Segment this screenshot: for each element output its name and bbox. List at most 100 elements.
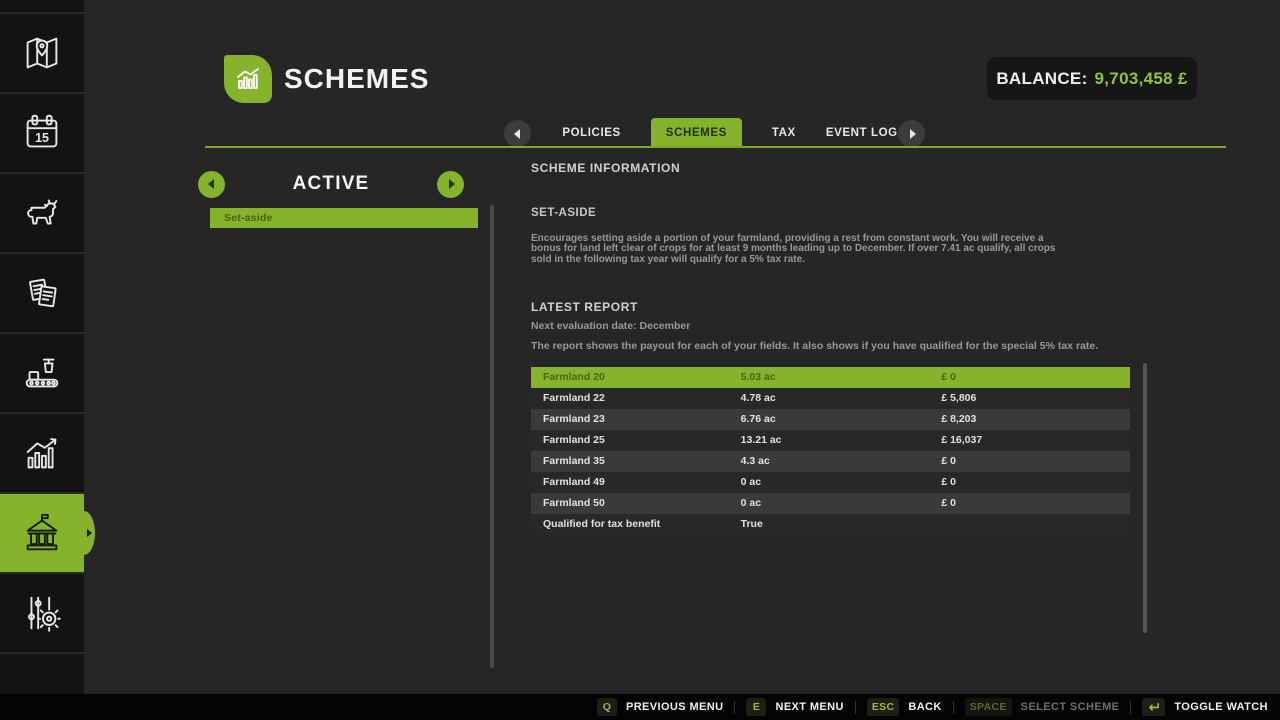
tabs-next-button[interactable] — [898, 120, 925, 147]
page-title: SCHEMES — [284, 63, 429, 95]
right-arrow-icon — [910, 129, 916, 139]
keybind-previous-menu: Q PREVIOUS MENU — [597, 698, 724, 716]
sidebar-item-partial-top — [0, 0, 84, 14]
row-field: Farmland 25 — [543, 430, 605, 451]
keybind-select-scheme: SPACE SELECT SCHEME — [965, 698, 1120, 716]
sidebar-item-calendar[interactable]: 15 — [0, 94, 84, 174]
row-field: Farmland 22 — [543, 388, 605, 409]
keybind-next-menu: E NEXT MENU — [746, 698, 843, 716]
table-row[interactable]: Farmland 35 4.3 ac £ 0 — [531, 451, 1130, 472]
scheme-name-heading: SET-ASIDE — [531, 207, 596, 219]
calendar-icon: 15 — [19, 110, 65, 156]
key-q: Q — [597, 698, 617, 716]
row-field: Farmland 50 — [543, 493, 605, 514]
tabs: POLICIES SCHEMES TAX EVENT LOG — [545, 118, 915, 148]
row-field: Farmland 49 — [543, 472, 605, 493]
keybind-label: BACK — [908, 701, 941, 713]
row-payout: £ 16,037 — [941, 430, 982, 451]
left-arrow-icon — [514, 129, 520, 139]
row-payout: £ 0 — [941, 451, 956, 472]
separator — [734, 701, 735, 714]
row-area: 5.03 ac — [741, 367, 776, 388]
tab-event-log[interactable]: EVENT LOG — [826, 118, 898, 148]
tab-policies[interactable]: POLICIES — [562, 118, 620, 148]
row-field: Farmland 23 — [543, 409, 605, 430]
table-row[interactable]: Farmland 22 4.78 ac £ 5,806 — [531, 388, 1130, 409]
bank-icon — [19, 510, 65, 556]
row-area: 4.3 ac — [741, 451, 770, 472]
tab-tax[interactable]: TAX — [772, 118, 796, 148]
active-prev-button[interactable] — [198, 171, 225, 198]
schemes-page-icon — [224, 55, 272, 103]
sidebar-item-map[interactable] — [0, 14, 84, 94]
table-row[interactable]: Qualified for tax benefit True — [531, 514, 1130, 535]
sidebar-item-settings[interactable] — [0, 574, 84, 654]
table-row[interactable]: Farmland 20 5.03 ac £ 0 — [531, 367, 1130, 388]
sidebar-item-partial-bottom — [0, 654, 84, 694]
report-scrollbar[interactable] — [1143, 363, 1147, 633]
active-next-button[interactable] — [437, 171, 464, 198]
row-payout: £ 0 — [941, 493, 956, 514]
report-next-evaluation: Next evaluation date: December — [531, 320, 690, 332]
row-field: Qualified for tax benefit — [543, 514, 660, 535]
table-row[interactable]: Farmland 50 0 ac £ 0 — [531, 493, 1130, 514]
row-area: True — [741, 514, 763, 535]
left-arrow-icon — [208, 179, 214, 189]
report-title: LATEST REPORT — [531, 300, 638, 314]
keybind-toggle-watch: TOGGLE WATCH — [1142, 698, 1268, 716]
tab-bar: POLICIES SCHEMES TAX EVENT LOG — [205, 118, 1226, 148]
keybind-label: SELECT SCHEME — [1021, 701, 1120, 713]
sidebar-item-production[interactable] — [0, 334, 84, 414]
sidebar-item-animals[interactable] — [0, 174, 84, 254]
table-row[interactable]: Farmland 23 6.76 ac £ 8,203 — [531, 409, 1130, 430]
separator — [855, 701, 856, 714]
separator — [1130, 701, 1131, 714]
row-payout: £ 0 — [941, 472, 956, 493]
row-payout: £ 0 — [941, 367, 956, 388]
tab-underline — [205, 146, 1226, 148]
tab-schemes[interactable]: SCHEMES — [651, 118, 742, 148]
separator — [953, 701, 954, 714]
scheme-description: Encourages setting aside a portion of yo… — [531, 234, 1076, 265]
row-area: 4.78 ac — [741, 388, 776, 409]
right-arrow-icon — [449, 179, 455, 189]
cow-icon — [19, 190, 65, 236]
active-panel-header: ACTIVE — [198, 170, 464, 198]
row-area: 6.76 ac — [741, 409, 776, 430]
row-area: 0 ac — [741, 493, 761, 514]
row-field: Farmland 20 — [543, 367, 605, 388]
tabs-prev-button[interactable] — [504, 120, 531, 147]
row-field: Farmland 35 — [543, 451, 605, 472]
sidebar-item-prices[interactable] — [0, 254, 84, 334]
row-area: 0 ac — [741, 472, 761, 493]
table-row[interactable]: Farmland 49 0 ac £ 0 — [531, 472, 1130, 493]
scheme-list-scrollbar[interactable] — [490, 205, 494, 668]
sidebar-item-statistics[interactable] — [0, 414, 84, 494]
active-item-arrow — [87, 529, 92, 537]
keybind-back: ESC BACK — [867, 698, 942, 716]
calendar-day-label: 15 — [35, 131, 49, 145]
row-area: 13.21 ac — [741, 430, 782, 451]
table-row[interactable]: Farmland 25 13.21 ac £ 16,037 — [531, 430, 1130, 451]
production-icon — [19, 350, 65, 396]
documents-icon — [19, 270, 65, 316]
map-icon — [19, 30, 65, 76]
key-space: SPACE — [965, 698, 1012, 716]
balance-badge: BALANCE: 9,703,458 £ — [987, 57, 1197, 100]
report-table: Farmland 20 5.03 ac £ 0 Farmland 22 4.78… — [531, 367, 1130, 535]
keybind-label: TOGGLE WATCH — [1174, 701, 1268, 713]
sidebar-item-finances[interactable] — [0, 494, 84, 574]
keybind-label: NEXT MENU — [775, 701, 843, 713]
balance-value: 9,703,458 £ — [1095, 69, 1188, 89]
row-payout: £ 5,806 — [941, 388, 976, 409]
chart-bubble-icon — [231, 62, 265, 96]
enter-key-icon — [1142, 698, 1165, 716]
section-title: SCHEME INFORMATION — [531, 161, 680, 175]
report-note: The report shows the payout for each of … — [531, 340, 1098, 352]
active-panel-title: ACTIVE — [293, 173, 370, 195]
statistics-icon — [19, 430, 65, 476]
scheme-list-item-set-aside[interactable]: Set-aside — [210, 208, 478, 228]
keybind-label: PREVIOUS MENU — [626, 701, 724, 713]
row-payout: £ 8,203 — [941, 409, 976, 430]
keybind-bar: Q PREVIOUS MENU E NEXT MENU ESC BACK SPA… — [0, 694, 1280, 720]
